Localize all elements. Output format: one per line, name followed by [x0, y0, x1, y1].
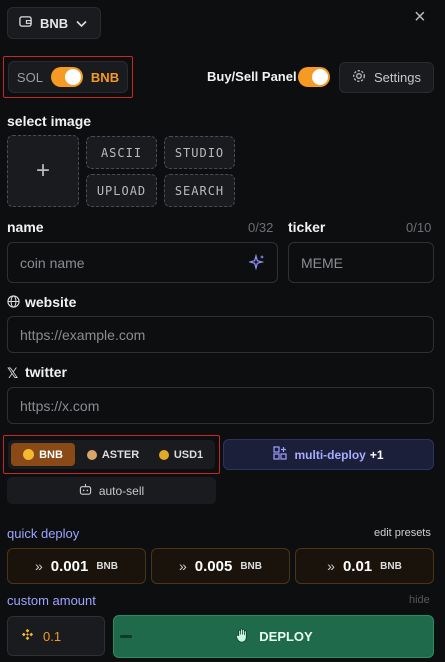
website-field[interactable]: https://example.com — [7, 316, 434, 353]
currency-option-aster[interactable]: ASTER — [82, 443, 144, 466]
multi-deploy-button[interactable]: multi-deploy +1 — [223, 439, 434, 470]
website-placeholder: https://example.com — [20, 326, 146, 343]
currency-option-aster-label: ASTER — [101, 448, 140, 461]
hide-link[interactable]: hide — [409, 594, 430, 606]
edit-presets-link[interactable]: edit presets — [374, 527, 431, 539]
chain-toggle-bnb: BNB — [90, 69, 120, 85]
twitter-field[interactable]: https://x.com — [7, 387, 434, 424]
aster-icon — [86, 449, 97, 460]
globe-icon — [7, 295, 20, 311]
buy-sell-toggle[interactable] — [298, 67, 330, 87]
sparkle-icon[interactable] — [247, 253, 265, 273]
preset-unit: BNB — [96, 560, 118, 572]
auto-sell-button[interactable]: auto-sell — [7, 477, 216, 504]
x-logo-icon: 𝕏 — [7, 365, 19, 381]
chain-toggle[interactable]: SOL BNB — [8, 61, 128, 93]
ticker-field[interactable]: MEME — [288, 242, 434, 283]
search-button[interactable]: SEARCH — [164, 174, 235, 207]
bnb-icon — [21, 628, 34, 644]
twitter-placeholder: https://x.com — [20, 397, 100, 414]
settings-button[interactable]: Settings — [339, 62, 434, 93]
chevron-down-icon — [76, 16, 87, 31]
website-label: website — [25, 294, 77, 310]
twitter-label: twitter — [25, 364, 67, 380]
preset-unit: BNB — [240, 560, 262, 572]
custom-amount-value: 0.1 — [43, 628, 62, 644]
chain-selector-label: BNB — [40, 15, 69, 31]
deploy-button[interactable]: DEPLOY — [113, 615, 434, 658]
coin-name-field[interactable]: coin name — [7, 242, 278, 283]
ticker-placeholder: MEME — [301, 254, 343, 271]
preset-unit: BNB — [380, 560, 402, 572]
chain-toggle-sol: SOL — [16, 69, 43, 85]
close-icon[interactable]: × — [414, 6, 426, 29]
coin-name-placeholder: coin name — [20, 254, 85, 271]
quick-deploy-preset-1[interactable]: » 0.001 BNB — [7, 548, 146, 584]
studio-button[interactable]: STUDIO — [164, 136, 235, 169]
hand-icon — [234, 627, 251, 647]
robot-icon — [79, 483, 92, 499]
preset-value: 0.01 — [342, 557, 373, 575]
ascii-button[interactable]: ASCII — [86, 136, 157, 169]
currency-option-usd1[interactable]: USD1 — [150, 443, 212, 466]
quick-deploy-preset-3[interactable]: » 0.01 BNB — [295, 548, 434, 584]
double-chevron-right-icon: » — [327, 558, 335, 574]
settings-label: Settings — [374, 70, 421, 85]
chain-selector[interactable]: BNB — [7, 7, 101, 39]
upload-button[interactable]: UPLOAD — [86, 174, 157, 207]
currency-option-bnb[interactable]: BNB — [11, 443, 75, 466]
deploy-label: DEPLOY — [259, 629, 313, 644]
deploy-handle-icon — [120, 635, 132, 638]
double-chevron-right-icon: » — [178, 558, 187, 574]
currency-option-usd1-label: USD1 — [173, 448, 204, 461]
multi-deploy-badge: +1 — [369, 447, 384, 462]
auto-sell-label: auto-sell — [98, 483, 145, 498]
image-upload-area[interactable]: + — [7, 135, 79, 207]
ticker-label: ticker — [288, 219, 326, 235]
multi-deploy-label: multi-deploy — [294, 447, 366, 462]
grid-plus-icon — [273, 446, 288, 463]
quick-deploy-label: quick deploy — [7, 526, 80, 541]
bnb-icon — [23, 449, 35, 460]
double-chevron-right-icon: » — [34, 558, 43, 574]
ticker-char-count: 0/10 — [406, 220, 432, 235]
gear-icon — [352, 69, 366, 86]
name-label: name — [7, 219, 44, 235]
plus-icon: + — [35, 157, 50, 184]
name-char-count: 0/32 — [248, 220, 274, 235]
preset-value: 0.001 — [50, 557, 89, 575]
wallet-icon — [19, 15, 32, 31]
preset-value: 0.005 — [194, 557, 233, 575]
select-image-label: select image — [7, 113, 92, 129]
buy-sell-panel-label: Buy/Sell Panel — [207, 69, 297, 84]
usd1-icon — [158, 449, 169, 460]
custom-amount-label: custom amount — [7, 593, 96, 608]
chain-switch[interactable] — [50, 67, 83, 87]
quick-deploy-preset-2[interactable]: » 0.005 BNB — [151, 548, 290, 584]
custom-amount-field[interactable]: 0.1 — [7, 616, 105, 656]
currency-option-bnb-label: BNB — [39, 448, 63, 461]
